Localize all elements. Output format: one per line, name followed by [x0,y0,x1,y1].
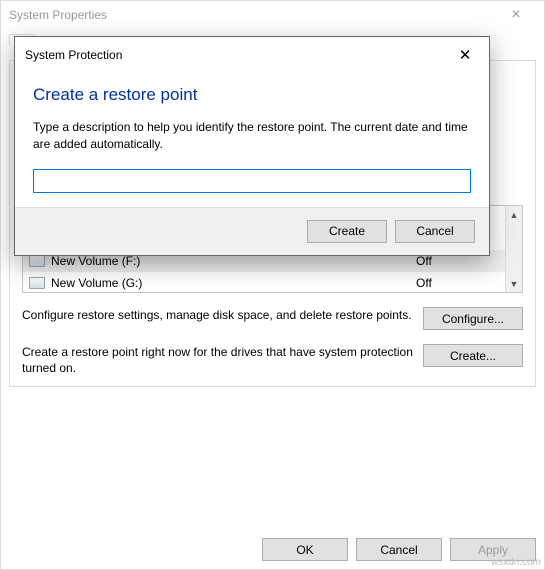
cancel-button[interactable]: Cancel [356,538,442,561]
system-properties-title: System Properties [9,8,107,22]
scrollbar[interactable]: ▲ ▼ [505,206,522,292]
dialog-cancel-button[interactable]: Cancel [395,220,475,243]
restore-point-description-input[interactable] [33,169,471,193]
configure-button[interactable]: Configure... [423,307,523,330]
create-section: Create a restore point right now for the… [22,344,523,376]
drive-icon [29,277,45,289]
drive-row[interactable]: New Volume (G:) Off [23,272,522,292]
system-properties-titlebar: System Properties × [1,1,544,29]
create-button[interactable]: Create... [423,344,523,367]
scroll-up-icon[interactable]: ▲ [507,206,522,223]
dialog-title: System Protection [25,48,122,62]
drive-name: New Volume (F:) [51,254,416,268]
drive-status: Off [416,254,516,268]
drive-icon [29,255,45,267]
dialog-footer: Create Cancel [15,207,489,255]
configure-text: Configure restore settings, manage disk … [22,307,413,323]
scroll-down-icon[interactable]: ▼ [507,275,522,292]
bottom-button-bar: OK Cancel Apply [9,528,536,561]
close-icon[interactable]: × [496,7,536,23]
close-icon[interactable]: ✕ [451,45,479,65]
configure-section: Configure restore settings, manage disk … [22,307,523,330]
dialog-text: Type a description to help you identify … [33,119,471,153]
ok-button[interactable]: OK [262,538,348,561]
drive-status: Off [416,276,516,290]
dialog-create-button[interactable]: Create [307,220,387,243]
dialog-heading: Create a restore point [33,85,471,105]
create-text: Create a restore point right now for the… [22,344,413,376]
drive-name: New Volume (G:) [51,276,416,290]
dialog-body: Create a restore point Type a descriptio… [15,73,489,207]
watermark: wsxdn.com [491,557,541,568]
dialog-titlebar: System Protection ✕ [15,37,489,73]
system-protection-dialog: System Protection ✕ Create a restore poi… [14,36,490,256]
